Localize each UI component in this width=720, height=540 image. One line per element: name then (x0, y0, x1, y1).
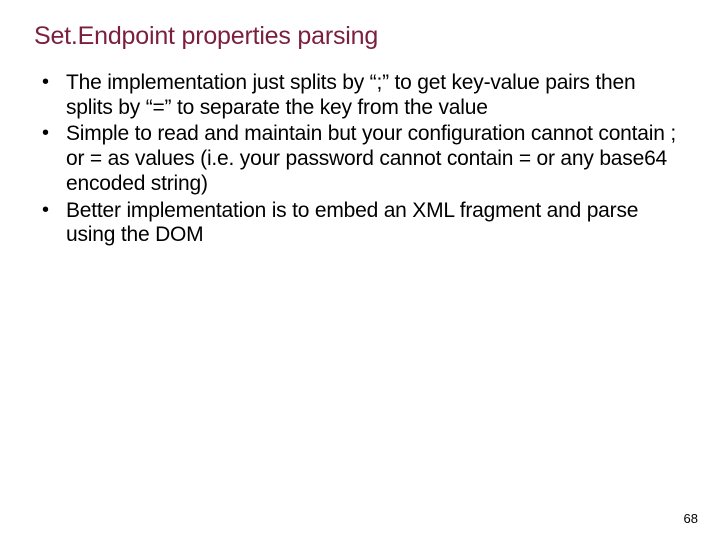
list-item: Simple to read and maintain but your con… (36, 122, 682, 196)
list-item: The implementation just splits by “;” to… (36, 71, 682, 121)
bullet-list: The implementation just splits by “;” to… (34, 71, 686, 248)
list-item: Better implementation is to embed an XML… (36, 199, 682, 249)
slide-title: Set.Endpoint properties parsing (34, 22, 686, 51)
page-number: 68 (684, 511, 698, 526)
slide: Set.Endpoint properties parsing The impl… (0, 0, 720, 540)
